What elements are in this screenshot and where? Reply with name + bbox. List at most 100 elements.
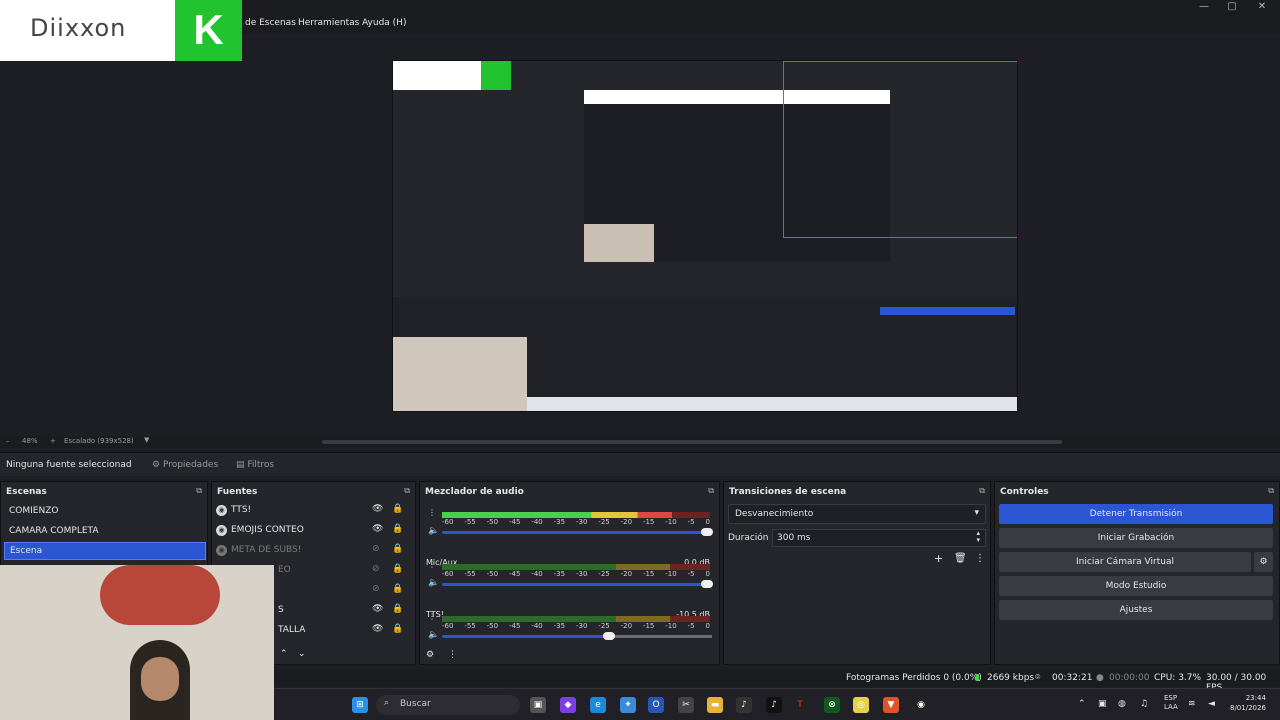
tiktok-icon[interactable]: ♪ — [766, 697, 782, 713]
sources-popout-icon[interactable]: ⧉ — [404, 486, 410, 496]
meter-tick: -60 — [442, 622, 454, 630]
zoom-in-button[interactable]: + — [50, 437, 56, 445]
volume-slider[interactable] — [442, 528, 713, 536]
menu-tools[interactable]: Herramientas — [298, 18, 359, 28]
start-virtual-camera-button[interactable]: Iniciar Cámara Virtual — [999, 552, 1251, 572]
wall-decor-image — [100, 565, 220, 625]
tray-volume-icon[interactable]: ◄ — [1208, 699, 1215, 709]
xbox-icon[interactable]: ⊗ — [824, 697, 840, 713]
stop-streaming-button[interactable]: Detener Transmisión — [999, 504, 1273, 524]
channel-menu-icon[interactable]: ⋮ — [428, 612, 436, 621]
lock-icon[interactable]: 🔒 — [392, 524, 403, 534]
brave-icon[interactable]: ▼ — [883, 697, 899, 713]
preview-taskbar — [527, 397, 1017, 411]
mixer-settings-icon[interactable]: ⚙ — [426, 650, 434, 660]
studio-mode-button[interactable]: Modo Estudio — [999, 576, 1273, 596]
meter-tick: -45 — [508, 570, 521, 578]
controls-popout-icon[interactable]: ⧉ — [1268, 486, 1274, 496]
tray-speaker-icon[interactable]: ♫ — [1140, 699, 1148, 709]
clock[interactable]: 23:44 8/01/2026 — [1230, 693, 1266, 713]
channel-menu-icon[interactable]: ⋮ — [428, 508, 436, 517]
zoom-dropdown-icon[interactable]: ▼ — [144, 436, 149, 444]
minimize-button[interactable]: — — [1190, 0, 1218, 16]
eye-hidden-icon[interactable]: ⊘ — [372, 564, 380, 574]
stepper-icon[interactable]: ▴ ▾ — [976, 530, 980, 544]
lock-icon[interactable]: 🔒 — [392, 564, 403, 574]
meter-tick: -40 — [531, 570, 543, 578]
scene-item[interactable]: COMIENZO — [4, 503, 206, 521]
speaker-icon[interactable]: 🔈 — [428, 526, 439, 536]
speaker-icon[interactable]: 🔈 — [428, 630, 439, 640]
slider-knob[interactable] — [700, 580, 713, 588]
start-recording-button[interactable]: Iniciar Grabación — [999, 528, 1273, 548]
preview-selection-box[interactable] — [783, 61, 1017, 238]
delete-transition-icon[interactable]: 🗑 — [954, 553, 967, 564]
tray-wifi-icon[interactable]: ≋ — [1188, 699, 1196, 709]
meter-tick: -5 — [687, 570, 695, 578]
transitions-popout-icon[interactable]: ⧉ — [979, 486, 985, 496]
outlook-icon[interactable]: O — [648, 697, 664, 713]
language-indicator[interactable]: ESP LAA — [1164, 694, 1178, 712]
menu-help[interactable]: Ayuda (H) — [362, 18, 406, 28]
edge-icon[interactable]: e — [590, 697, 606, 713]
copilot-icon[interactable]: ✦ — [620, 697, 636, 713]
properties-button[interactable]: ⚙ Propiedades — [152, 460, 218, 470]
eye-hidden-icon[interactable]: ⊘ — [372, 544, 380, 554]
channel-menu-icon[interactable]: ⋮ — [428, 560, 436, 569]
scenes-popout-icon[interactable]: ⧉ — [196, 486, 202, 496]
scene-item-active[interactable]: Escena — [4, 542, 206, 560]
chrome-icon[interactable]: ◎ — [853, 697, 869, 713]
eye-icon[interactable]: 👁 — [372, 604, 383, 614]
zoom-out-button[interactable]: – — [6, 437, 10, 445]
lock-icon[interactable]: 🔒 — [392, 504, 403, 514]
filters-button[interactable]: ▤ Filtros — [236, 460, 274, 470]
horizontal-scrollbar[interactable] — [322, 440, 1062, 444]
transition-menu-icon[interactable]: ⋮ — [975, 553, 985, 564]
move-down-icon[interactable]: ⌄ — [298, 649, 306, 659]
transition-select[interactable]: Desvanecimiento ▾ — [728, 504, 986, 524]
maximize-button[interactable]: ▢ — [1218, 0, 1246, 16]
capcut-icon[interactable]: ✂ — [678, 697, 694, 713]
live-time: 00:32:21 — [1052, 673, 1093, 683]
slider-knob[interactable] — [603, 632, 616, 640]
settings-button[interactable]: Ajustes — [999, 600, 1273, 620]
eye-icon[interactable]: 👁 — [372, 504, 383, 514]
menu-scene-collection[interactable]: de Escenas — [245, 18, 296, 28]
preview-canvas[interactable] — [392, 60, 1018, 412]
tray-overflow-icon[interactable]: ⌃ — [1078, 699, 1086, 709]
mixer-popout-icon[interactable]: ⧉ — [708, 486, 714, 496]
lock-icon[interactable]: 🔒 — [392, 584, 403, 594]
source-item[interactable]: ◉ META DE SUBS! ⊘ 🔒 — [216, 543, 406, 561]
lock-icon[interactable]: 🔒 — [392, 624, 403, 634]
source-toolbar: Ninguna fuente seleccionad ⚙ Propiedades… — [0, 452, 1280, 476]
virtual-camera-settings-icon[interactable]: ⚙ — [1254, 552, 1273, 572]
duration-input[interactable]: 300 ms ▴ ▾ — [772, 529, 986, 547]
volume-slider[interactable] — [442, 580, 713, 588]
source-item[interactable]: ◉ EMOJIS CONTEO 👁 🔒 — [216, 523, 406, 541]
slider-knob[interactable] — [700, 528, 713, 536]
eye-hidden-icon[interactable]: ⊘ — [372, 584, 380, 594]
mixer-menu-icon[interactable]: ⋮ — [448, 650, 457, 660]
tray-app-icon[interactable]: ▣ — [1098, 699, 1107, 709]
add-transition-icon[interactable]: + — [934, 552, 943, 565]
tray-network-icon[interactable]: ◍ — [1118, 699, 1126, 709]
close-button[interactable]: ✕ — [1248, 0, 1276, 16]
obs-icon[interactable]: ◉ — [913, 697, 929, 713]
file-explorer-icon[interactable]: ▬ — [707, 697, 723, 713]
lock-icon[interactable]: 🔒 — [392, 544, 403, 554]
task-view-icon[interactable]: ▣ — [530, 697, 546, 713]
speaker-icon[interactable]: 🔈 — [428, 578, 439, 588]
source-item[interactable]: ◉ TTS! 👁 🔒 — [216, 503, 406, 521]
eye-icon[interactable]: 👁 — [372, 524, 383, 534]
lock-icon[interactable]: 🔒 — [392, 604, 403, 614]
scene-item[interactable]: CAMARA COMPLETA — [4, 523, 206, 541]
taskbar-search[interactable]: ⌕ Buscar — [376, 695, 520, 715]
app-icon[interactable]: ◆ — [560, 697, 576, 713]
move-up-icon[interactable]: ⌃ — [280, 649, 288, 659]
text-app-icon[interactable]: T — [792, 697, 808, 713]
preview-webcam-thumb — [393, 337, 527, 411]
app-icon-2[interactable]: ♪ — [736, 697, 752, 713]
eye-icon[interactable]: 👁 — [372, 624, 383, 634]
volume-slider[interactable] — [442, 632, 712, 640]
windows-start-icon[interactable]: ⊞ — [352, 697, 368, 713]
